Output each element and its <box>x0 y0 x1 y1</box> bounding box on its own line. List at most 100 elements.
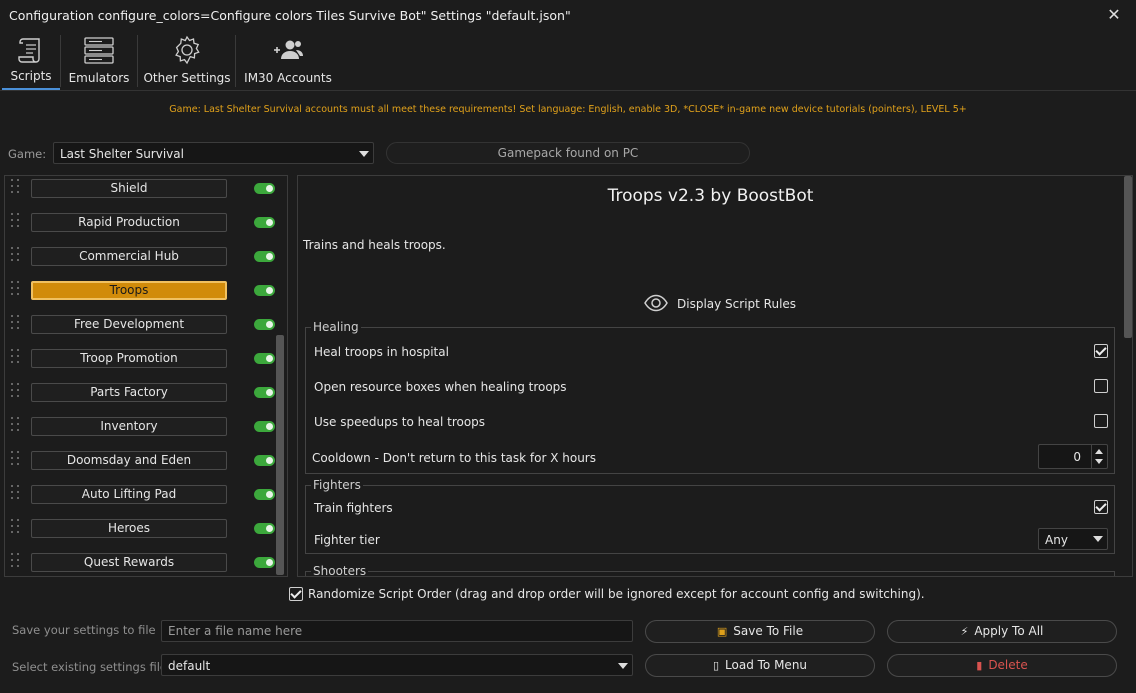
group-title: Healing <box>311 320 361 334</box>
script-button-parts-factory[interactable]: Parts Factory <box>31 383 227 402</box>
select-settings-label: Select existing settings file <box>12 660 167 674</box>
randomize-checkbox[interactable] <box>289 587 303 601</box>
drag-handle-icon[interactable] <box>11 315 21 331</box>
detail-scrollbar[interactable] <box>1124 176 1132 338</box>
script-button-shield[interactable]: Shield <box>31 179 227 198</box>
shooters-group: Shooters <box>305 564 1115 576</box>
script-toggle[interactable] <box>254 523 275 534</box>
fighter-tier-select[interactable]: Any <box>1038 528 1108 550</box>
option-label: Use speedups to heal troops <box>314 415 486 429</box>
drag-handle-icon[interactable] <box>11 383 21 399</box>
drag-handle-icon[interactable] <box>11 519 21 535</box>
script-button-heroes[interactable]: Heroes <box>31 519 227 538</box>
use-speedups-checkbox[interactable] <box>1094 414 1108 428</box>
list-item: Commercial Hub <box>5 247 275 281</box>
script-toggle[interactable] <box>254 387 275 398</box>
tab-im30-accounts[interactable]: IM30 Accounts <box>242 32 334 90</box>
save-settings-label: Save your settings to file <box>12 623 156 637</box>
heal-in-hospital-checkbox[interactable] <box>1094 344 1108 358</box>
server-icon <box>84 37 114 64</box>
save-to-file-button[interactable]: ▣ Save To File <box>645 620 875 643</box>
chevron-up-icon[interactable] <box>1095 449 1103 454</box>
drag-handle-icon[interactable] <box>11 417 21 433</box>
script-description: Trains and heals troops. <box>303 238 446 252</box>
script-toggle[interactable] <box>254 251 275 262</box>
tab-scripts[interactable]: Scripts <box>2 32 60 90</box>
lightning-icon: ⚡︎ <box>960 625 969 638</box>
train-fighters-checkbox[interactable] <box>1094 500 1108 514</box>
script-button-commercial-hub[interactable]: Commercial Hub <box>31 247 227 266</box>
drag-handle-icon[interactable] <box>11 451 21 467</box>
group-title: Fighters <box>311 478 363 492</box>
cooldown-stepper[interactable]: 0 <box>1038 444 1108 469</box>
eye-icon <box>644 294 668 312</box>
option-label: Heal troops in hospital <box>314 345 449 359</box>
list-item: Free Development <box>5 315 275 349</box>
main-tabs: Scripts Emulators Other Settings IM30 Ac… <box>0 32 1136 90</box>
delete-button[interactable]: ▮ Delete <box>887 654 1117 677</box>
randomize-label: Randomize Script Order (drag and drop or… <box>308 587 925 601</box>
script-button-quest-rewards[interactable]: Quest Rewards <box>31 553 227 572</box>
trash-icon: ▮ <box>976 659 983 672</box>
window-title: Configuration configure_colors=Configure… <box>9 8 571 23</box>
script-toggle[interactable] <box>254 217 275 228</box>
tab-emulators[interactable]: Emulators <box>64 32 134 90</box>
close-icon[interactable]: ✕ <box>1104 5 1124 25</box>
settings-file-value: default <box>168 659 211 673</box>
script-button-auto-lifting-pad[interactable]: Auto Lifting Pad <box>31 485 227 504</box>
option-label: Open resource boxes when healing troops <box>314 380 567 394</box>
script-toggle[interactable] <box>254 455 275 466</box>
drag-handle-icon[interactable] <box>11 247 21 263</box>
cooldown-value: 0 <box>1073 450 1081 464</box>
script-list: Shield Rapid Production Commercial Hub T… <box>4 175 288 577</box>
script-button-free-development[interactable]: Free Development <box>31 315 227 334</box>
apply-to-all-label: Apply To All <box>974 624 1044 638</box>
script-toggle[interactable] <box>254 183 275 194</box>
script-button-inventory[interactable]: Inventory <box>31 417 227 436</box>
display-script-rules-label: Display Script Rules <box>677 297 797 311</box>
file-name-field[interactable] <box>161 620 633 642</box>
inbox-icon: ▯ <box>712 659 720 672</box>
script-toggle[interactable] <box>254 319 275 330</box>
apply-to-all-button[interactable]: ⚡︎ Apply To All <box>887 620 1117 643</box>
script-button-rapid-production[interactable]: Rapid Production <box>31 213 227 232</box>
drag-handle-icon[interactable] <box>11 179 21 195</box>
settings-file-select[interactable]: default <box>161 654 633 676</box>
scroll-icon <box>18 38 40 63</box>
drag-handle-icon[interactable] <box>11 485 21 501</box>
script-toggle[interactable] <box>254 285 275 296</box>
list-item: Troops <box>5 281 275 315</box>
list-item: Shield <box>5 179 275 213</box>
floppy-icon: ▣ <box>716 625 728 638</box>
tab-other-settings[interactable]: Other Settings <box>142 32 232 90</box>
chevron-down-icon <box>1093 536 1103 542</box>
script-detail-panel: Troops v2.3 by BoostBot Trains and heals… <box>297 175 1133 577</box>
game-select[interactable]: Last Shelter Survival <box>53 142 374 164</box>
requirements-notice: Game: Last Shelter Survival accounts mus… <box>169 104 967 115</box>
drag-handle-icon[interactable] <box>11 553 21 569</box>
gamepack-status: Gamepack found on PC <box>386 142 750 164</box>
open-resource-boxes-checkbox[interactable] <box>1094 379 1108 393</box>
drag-handle-icon[interactable] <box>11 213 21 229</box>
chevron-down-icon <box>618 663 628 669</box>
script-toggle[interactable] <box>254 421 275 432</box>
drag-handle-icon[interactable] <box>11 281 21 297</box>
list-item: Quest Rewards <box>5 553 275 576</box>
script-toggle[interactable] <box>254 489 275 500</box>
script-toggle[interactable] <box>254 557 275 568</box>
chevron-down-icon[interactable] <box>1095 459 1103 464</box>
tab-label: Emulators <box>68 71 130 85</box>
users-icon <box>274 40 303 59</box>
script-button-doomsday-and-eden[interactable]: Doomsday and Eden <box>31 451 227 470</box>
script-toggle[interactable] <box>254 353 275 364</box>
script-button-troop-promotion[interactable]: Troop Promotion <box>31 349 227 368</box>
title-bar: Configuration configure_colors=Configure… <box>0 0 1136 32</box>
script-list-scrollbar[interactable] <box>276 335 284 575</box>
tab-label: Scripts <box>10 69 52 83</box>
script-button-troops[interactable]: Troops <box>31 281 227 300</box>
file-name-input[interactable] <box>168 624 623 638</box>
drag-handle-icon[interactable] <box>11 349 21 365</box>
load-to-menu-label: Load To Menu <box>725 658 808 672</box>
load-to-menu-button[interactable]: ▯ Load To Menu <box>645 654 875 677</box>
tab-label: IM30 Accounts <box>244 71 332 85</box>
